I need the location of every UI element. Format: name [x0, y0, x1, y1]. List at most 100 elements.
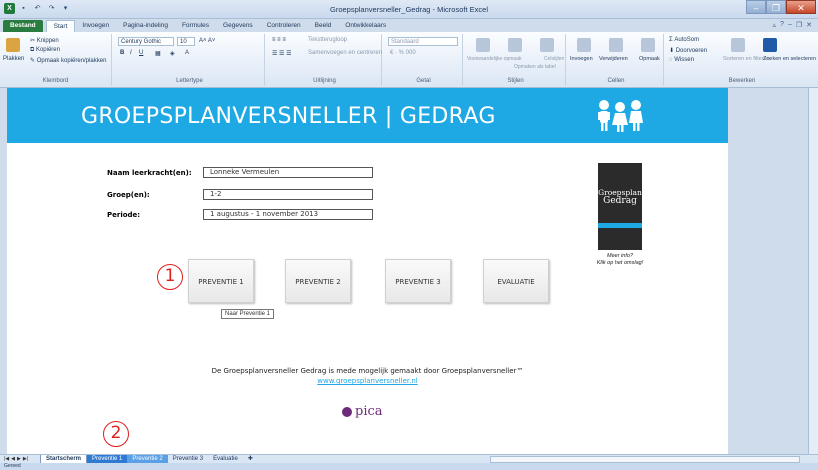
cut-button[interactable]: ✂ Knippen	[30, 37, 59, 44]
align-top-icons[interactable]: ≡ ≡ ≡	[272, 37, 286, 43]
cell-styles-icon[interactable]	[540, 38, 554, 52]
step-marker-1: 1	[157, 264, 183, 290]
underline-icon[interactable]: U	[139, 50, 143, 56]
evaluatie-button[interactable]: EVALUATIE	[483, 259, 549, 303]
header-banner: GROEPSPLANVERSNELLER | GEDRAG	[7, 88, 728, 143]
window-title: Groepsplanversneller_Gedrag - Microsoft …	[330, 5, 488, 14]
teacher-label: Naam leerkracht(en):	[107, 169, 192, 177]
book-title-line2: Gedrag	[603, 196, 637, 206]
help-icon[interactable]: ?	[780, 21, 784, 29]
period-input[interactable]: 1 augustus - 1 november 2013	[203, 209, 373, 220]
tab-developer[interactable]: Ontwikkelaars	[338, 20, 393, 32]
format-cells-icon[interactable]	[641, 38, 655, 52]
autosum-button[interactable]: Σ AutoSom	[669, 37, 699, 43]
sheet-background-right	[728, 88, 808, 454]
tab-file[interactable]: Bestand	[3, 20, 43, 32]
bold-icon[interactable]: B	[120, 50, 124, 56]
paste-button[interactable]: Plakken	[3, 56, 24, 62]
group-label-styles: Stijlen	[507, 78, 524, 84]
group-input[interactable]: 1-2	[203, 189, 373, 200]
banner-title: GROEPSPLANVERSNELLER | GEDRAG	[81, 104, 496, 129]
teacher-input[interactable]: Lonneke Vermeulen	[203, 167, 373, 178]
fill-label: Doorvoeren	[675, 48, 708, 54]
ribbon-minimize-icon[interactable]: ▵	[773, 21, 777, 29]
format-painter-button[interactable]: ✎ Opmaak kopiëren/plakken	[30, 57, 106, 64]
book-title: Groepsplan Gedrag	[598, 188, 642, 206]
format-table-icon[interactable]	[508, 38, 522, 52]
font-grow-shrink-icon[interactable]: A˄ A˅	[199, 38, 215, 44]
italic-icon[interactable]: I	[130, 50, 132, 56]
group-clipboard: Plakken ✂ Knippen ⧉ Kopiëren ✎ Opmaak ko…	[0, 34, 112, 86]
tab-start[interactable]: Start	[45, 20, 76, 32]
tab-insert[interactable]: Invoegen	[75, 20, 116, 32]
credit-link[interactable]: www.groepsplanversneller.nl	[7, 377, 728, 385]
status-bar: Gereed	[0, 463, 818, 470]
group-alignment: ≡ ≡ ≡ ☰ ☰ ☰ Tekstterugloop Samenvoegen e…	[268, 34, 382, 86]
font-size-select[interactable]: 10	[177, 37, 195, 46]
merge-center-button[interactable]: Samenvoegen en centreren	[308, 50, 382, 56]
maximize-button[interactable]: ❐	[766, 0, 786, 14]
group-label-cells: Cellen	[607, 78, 625, 84]
close-button[interactable]: ✕	[786, 0, 816, 14]
group-number: Standaard € · % 000 Getal	[385, 34, 463, 86]
window-controls: – ❐ ✕	[746, 0, 816, 14]
find-select-icon[interactable]	[763, 38, 777, 52]
fill-color-icon[interactable]: ◈	[170, 50, 175, 57]
tab-data[interactable]: Gegevens	[216, 20, 260, 32]
tab-review[interactable]: Controleren	[260, 20, 308, 32]
children-logo-icon	[598, 100, 643, 132]
paste-icon[interactable]	[6, 38, 20, 52]
font-name-select[interactable]: Century Gothic	[118, 37, 174, 46]
font-color-icon[interactable]: A	[185, 50, 189, 56]
last-sheet-icon[interactable]: ▶|	[23, 456, 28, 462]
credit-text: De Groepsplanversneller Gedrag is mede m…	[211, 367, 524, 375]
pica-logo-text: pica	[355, 404, 383, 419]
first-sheet-icon[interactable]: |◀	[4, 456, 9, 462]
tab-formulas[interactable]: Formules	[175, 20, 216, 32]
period-label: Periode:	[107, 211, 141, 219]
window-min-icon[interactable]: –	[788, 21, 792, 29]
ribbon-right-controls: ▵ ? – ❐ ✕	[773, 21, 812, 29]
next-sheet-icon[interactable]: ▶	[17, 456, 21, 462]
number-format-icons[interactable]: € · % 000	[390, 50, 416, 56]
copy-label: Kopiëren	[35, 47, 60, 53]
book-band	[598, 223, 642, 228]
vertical-scrollbar[interactable]	[808, 88, 818, 454]
format-cells-label: Opmaak	[639, 56, 660, 62]
group-font: Century Gothic 10 A˄ A˅ B I U ▦ ◈ A Lett…	[115, 34, 265, 86]
group-label-editing: Bewerken	[728, 78, 756, 84]
cut-label: Knippen	[36, 38, 59, 44]
book-caption-line1: Meer info?	[607, 253, 633, 259]
tab-view[interactable]: Beeld	[308, 20, 339, 32]
worksheet-area: GROEPSPLANVERSNELLER | GEDRAG Naam leerk…	[7, 88, 728, 454]
fill-button[interactable]: ⬇ Doorvoeren	[669, 47, 707, 54]
delete-cells-icon[interactable]	[609, 38, 623, 52]
preventie-2-button[interactable]: PREVENTIE 2	[285, 259, 351, 303]
insert-cells-icon[interactable]	[577, 38, 591, 52]
find-select-label: Zoeken en selecteren	[763, 56, 816, 62]
minimize-button[interactable]: –	[746, 0, 766, 14]
horizontal-scrollbar[interactable]	[490, 456, 800, 463]
window-restore-icon[interactable]: ❐	[796, 21, 802, 29]
sort-filter-icon[interactable]	[731, 38, 745, 52]
prev-sheet-icon[interactable]: ◀	[11, 456, 15, 462]
book-cover-image[interactable]: Groepsplan Gedrag	[598, 163, 642, 250]
tab-page-layout[interactable]: Pagina-indeling	[116, 20, 175, 32]
insert-cells-label: Invoegen	[570, 56, 593, 62]
preventie-1-button[interactable]: PREVENTIE 1	[188, 259, 254, 303]
align-left-icons[interactable]: ☰ ☰ ☰	[272, 50, 291, 57]
conditional-format-icon[interactable]	[476, 38, 490, 52]
number-format-select[interactable]: Standaard	[388, 37, 458, 46]
preventie-3-button[interactable]: PREVENTIE 3	[385, 259, 451, 303]
autosum-label: AutoSom	[674, 37, 700, 43]
group-styles: Voorwaardelijke opmaak Opmaken als tabel…	[466, 34, 566, 86]
copy-button[interactable]: ⧉ Kopiëren	[30, 47, 60, 54]
ribbon: Plakken ✂ Knippen ⧉ Kopiëren ✎ Opmaak ko…	[0, 32, 818, 88]
wrap-text-button[interactable]: Tekstterugloop	[308, 37, 347, 43]
ribbon-tabs: Bestand Start Invoegen Pagina-indeling F…	[0, 19, 818, 32]
border-icon[interactable]: ▦	[155, 50, 161, 57]
clear-button[interactable]: ◌ Wissen	[669, 57, 694, 63]
window-close-icon[interactable]: ✕	[806, 21, 812, 29]
book-caption-line2: Klik op het omslag!	[596, 260, 644, 266]
pica-logo-icon	[342, 406, 352, 417]
